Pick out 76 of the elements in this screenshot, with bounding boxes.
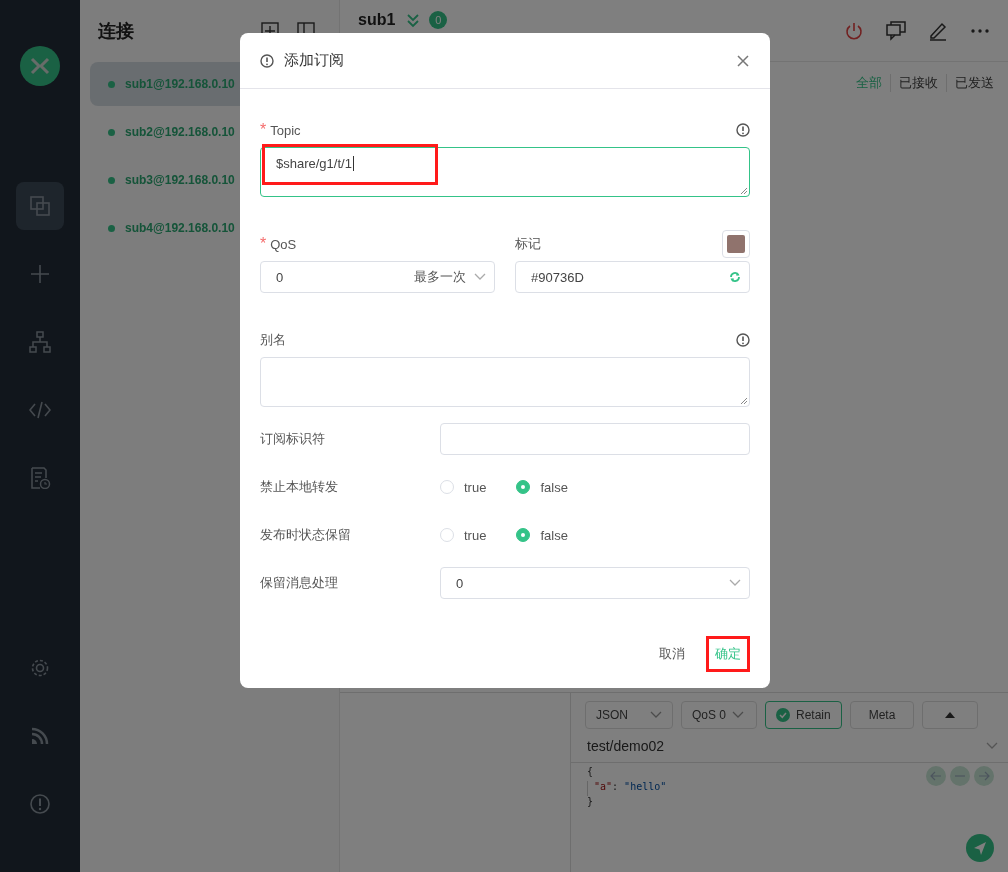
nav-button[interactable] <box>16 182 64 230</box>
caret-icon <box>986 741 998 750</box>
field-label: QoS <box>270 236 298 252</box>
qos-select[interactable]: QoS 0 <box>681 701 757 729</box>
info-icon <box>736 333 750 347</box>
caret-icon <box>729 579 741 587</box>
connection-title: sub1 <box>358 11 396 29</box>
settings-icon <box>29 657 51 679</box>
topic-field[interactable]: $share/g1/t/1 <box>260 147 750 197</box>
minus-icon[interactable] <box>950 766 970 786</box>
plus-icon <box>29 263 51 285</box>
edit-icon[interactable] <box>928 20 948 41</box>
power-icon[interactable] <box>844 20 864 41</box>
send-icon[interactable] <box>966 834 994 862</box>
field-label: 标记 <box>515 235 542 253</box>
radio-option[interactable]: false <box>516 527 568 543</box>
confirm-button[interactable]: 确定 <box>706 636 750 672</box>
caret-icon <box>650 711 662 719</box>
info-icon <box>260 53 274 68</box>
status-dot <box>108 224 115 232</box>
caret-icon <box>474 273 486 281</box>
hierarchy-icon <box>29 331 51 353</box>
radio-option[interactable]: true <box>440 479 487 495</box>
arrow-left-icon[interactable] <box>926 766 946 786</box>
status-dot <box>108 176 115 184</box>
log-icon <box>29 467 51 489</box>
retain-toggle[interactable]: Retain <box>765 701 842 729</box>
field-label: 别名 <box>260 331 287 349</box>
field-label: 保留消息处理 <box>260 574 339 592</box>
radio-option[interactable]: true <box>440 527 487 543</box>
field-label: Topic <box>270 122 302 138</box>
qos-select[interactable]: 0 最多一次 <box>260 261 495 293</box>
status-dot <box>108 128 115 136</box>
triangle-up-icon <box>945 712 956 718</box>
feed-icon <box>29 725 51 747</box>
cancel-button[interactable]: 取消 <box>650 636 694 672</box>
connections-icon <box>29 195 51 217</box>
code-line: "a": "hello" <box>587 781 667 796</box>
format-select[interactable]: JSON <box>585 701 673 729</box>
field-label: 订阅标识符 <box>260 430 326 448</box>
field-label: 发布时状态保留 <box>260 526 352 544</box>
collapse-icon[interactable] <box>405 12 422 28</box>
connection-name: sub1@192.168.0.10 <box>125 77 235 91</box>
code-line: } <box>587 796 594 809</box>
panel-title: 连接 <box>98 20 135 43</box>
color-field[interactable]: #90736D <box>515 261 750 293</box>
message-count-badge: 0 <box>429 11 448 29</box>
connection-name: sub2@192.168.0.10 <box>125 125 235 139</box>
select-field[interactable]: 0 <box>440 567 750 599</box>
filter-tab[interactable]: 已发送 <box>946 74 1002 92</box>
refresh-icon[interactable] <box>729 271 741 283</box>
topic-input[interactable]: test/demo02 <box>587 737 986 754</box>
color-picker[interactable] <box>722 230 750 258</box>
app-logo <box>20 46 60 86</box>
code-line: { <box>587 766 594 779</box>
required-mark: * <box>260 235 267 253</box>
info-icon <box>29 793 51 815</box>
resize-grip-icon[interactable] <box>738 185 748 195</box>
field-label: 禁止本地转发 <box>260 478 339 496</box>
subscription-id-field[interactable] <box>440 423 750 455</box>
close-icon[interactable] <box>736 53 750 68</box>
arrow-right-icon[interactable] <box>974 766 994 786</box>
info-icon <box>736 123 750 137</box>
status-dot <box>108 80 115 88</box>
caret-icon <box>732 711 745 719</box>
chat-icon[interactable] <box>886 20 906 41</box>
connection-name: sub3@192.168.0.10 <box>125 173 235 187</box>
connection-name: sub4@192.168.0.10 <box>125 221 235 235</box>
filter-tab[interactable]: 已接收 <box>890 74 946 92</box>
meta-button[interactable]: Meta <box>849 701 915 729</box>
radio-option[interactable]: false <box>516 479 568 495</box>
alias-field[interactable] <box>260 357 750 407</box>
expand-button[interactable] <box>922 701 979 729</box>
resize-grip-icon[interactable] <box>738 395 748 405</box>
code-icon <box>29 399 51 421</box>
required-mark: * <box>260 121 267 139</box>
